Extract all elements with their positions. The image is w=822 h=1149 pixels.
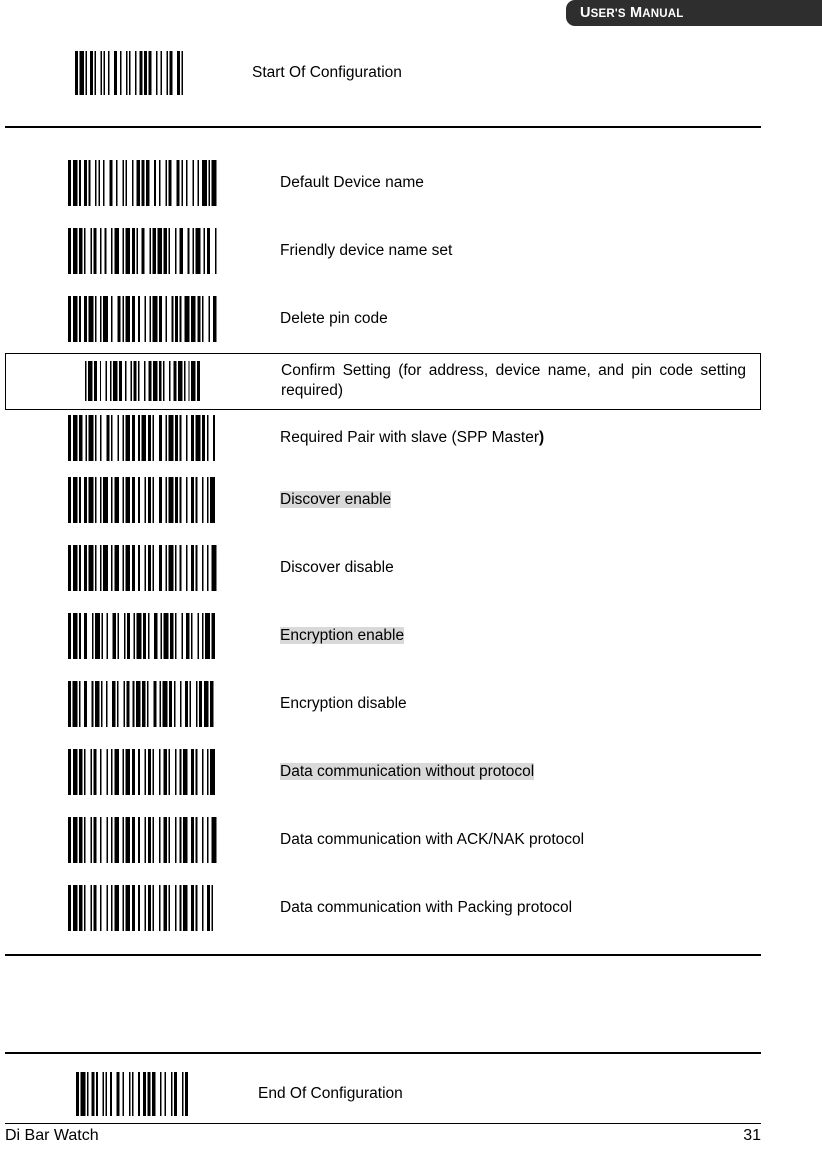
barcode-end-of-configuration (75, 1071, 188, 1116)
row-label: Friendly device name set (280, 241, 761, 261)
label-text-highlighted: Data communication without protocol (280, 762, 535, 780)
row-label: Required Pair with slave (SPP Master) (280, 428, 761, 448)
row-data-communication-packing[interactable]: Data communication with Packing protocol (5, 874, 761, 942)
barcode-cell[interactable] (5, 414, 280, 461)
label-text: Friendly device name set (280, 241, 453, 259)
barcode-data-communication-without-protocol (67, 748, 215, 795)
header-title-sers: SER'S (590, 7, 626, 20)
barcode-required-pair-with-slave (67, 414, 215, 461)
row-friendly-device-name-set[interactable]: Friendly device name set (5, 217, 761, 285)
barcode-confirm-setting (84, 361, 200, 402)
barcode-discover-enable (67, 476, 215, 523)
row-label: Start Of Configuration (252, 63, 761, 83)
barcode-start-of-configuration (74, 51, 183, 95)
row-discover-enable[interactable]: Discover enable (5, 466, 761, 534)
row-start-of-configuration[interactable]: Start Of Configuration (5, 45, 761, 101)
row-label: Data communication with Packing protocol (280, 898, 761, 918)
barcode-encryption-enable (67, 612, 215, 659)
page-header-bar: USER'S MANUAL (566, 0, 822, 26)
label-bold-tail: ) (539, 428, 545, 446)
row-label: Confirm Setting (for address, device nam… (281, 361, 760, 402)
page-header-title: USER'S MANUAL (580, 6, 684, 21)
barcode-data-communication-packing (67, 884, 213, 931)
row-delete-pin-code[interactable]: Delete pin code (5, 285, 761, 353)
label-text: Required Pair with slave (SPP Master (280, 428, 540, 446)
row-data-communication-ack-nak[interactable]: Data communication with ACK/NAK protocol (5, 806, 761, 874)
label-text-highlighted: Discover enable (280, 490, 392, 508)
label-text: Data communication with Packing protocol (280, 898, 573, 916)
barcode-cell[interactable] (5, 228, 280, 274)
header-title-u: U (580, 4, 591, 21)
row-data-communication-without-protocol[interactable]: Data communication without protocol (5, 738, 761, 806)
barcode-cell[interactable] (5, 748, 280, 795)
barcode-cell[interactable] (5, 476, 280, 523)
row-discover-disable[interactable]: Discover disable (5, 534, 761, 602)
row-default-device-name[interactable]: Default Device name (5, 149, 761, 217)
header-title-m: M (629, 4, 643, 21)
barcode-discover-disable (67, 544, 216, 591)
barcode-friendly-device-name-set (67, 228, 216, 274)
barcode-encryption-disable (67, 680, 213, 727)
barcode-cell[interactable] (5, 680, 280, 727)
row-end-of-configuration[interactable]: End Of Configuration (5, 1068, 761, 1120)
label-text: Confirm Setting (for address, device nam… (281, 362, 746, 400)
barcode-delete-pin-code (67, 296, 216, 342)
row-confirm-setting[interactable]: Confirm Setting (for address, device nam… (5, 353, 761, 410)
content-column: Start Of Configuration Default Device nam… (5, 26, 761, 1120)
row-label: Data communication with ACK/NAK protocol (280, 830, 761, 850)
barcode-cell[interactable] (5, 51, 252, 95)
footer-page-number: 31 (743, 1127, 761, 1144)
barcode-cell[interactable] (5, 884, 280, 931)
label-text: Default Device name (280, 173, 424, 191)
row-label: Encryption disable (280, 694, 761, 714)
row-label: End Of Configuration (258, 1084, 761, 1104)
row-encryption-enable[interactable]: Encryption enable (5, 602, 761, 670)
label-text: Encryption disable (280, 694, 407, 712)
barcode-cell[interactable] (5, 1071, 258, 1116)
label-text: Discover disable (280, 558, 394, 576)
row-label: Delete pin code (280, 309, 761, 329)
barcode-cell[interactable] (5, 296, 280, 342)
row-label: Default Device name (280, 173, 761, 193)
blank-area (5, 956, 761, 1052)
row-label: Data communication without protocol (280, 762, 761, 782)
barcode-cell[interactable] (5, 612, 280, 659)
page-footer: Di Bar Watch 31 (5, 1123, 761, 1145)
barcode-cell[interactable] (5, 544, 280, 591)
barcode-default-device-name (67, 160, 216, 206)
barcode-cell[interactable] (6, 361, 281, 402)
row-encryption-disable[interactable]: Encryption disable (5, 670, 761, 738)
barcode-cell[interactable] (5, 160, 280, 206)
row-label: Discover disable (280, 558, 761, 578)
row-label: Discover enable (280, 490, 761, 510)
barcode-data-communication-ack-nak (67, 816, 216, 863)
label-text: Start Of Configuration (252, 63, 402, 81)
row-required-pair-with-slave[interactable]: Required Pair with slave (SPP Master) (5, 410, 761, 466)
label-text: Data communication with ACK/NAK protocol (280, 830, 585, 848)
label-text: Delete pin code (280, 309, 388, 327)
label-text-highlighted: Encryption enable (280, 626, 405, 644)
footer-brand: Di Bar Watch (5, 1127, 99, 1144)
header-title-anual: ANUAL (642, 7, 684, 20)
label-text: End Of Configuration (258, 1084, 403, 1102)
page-body: Start Of Configuration Default Device nam… (0, 26, 822, 1149)
barcode-cell[interactable] (5, 816, 280, 863)
row-label: Encryption enable (280, 626, 761, 646)
